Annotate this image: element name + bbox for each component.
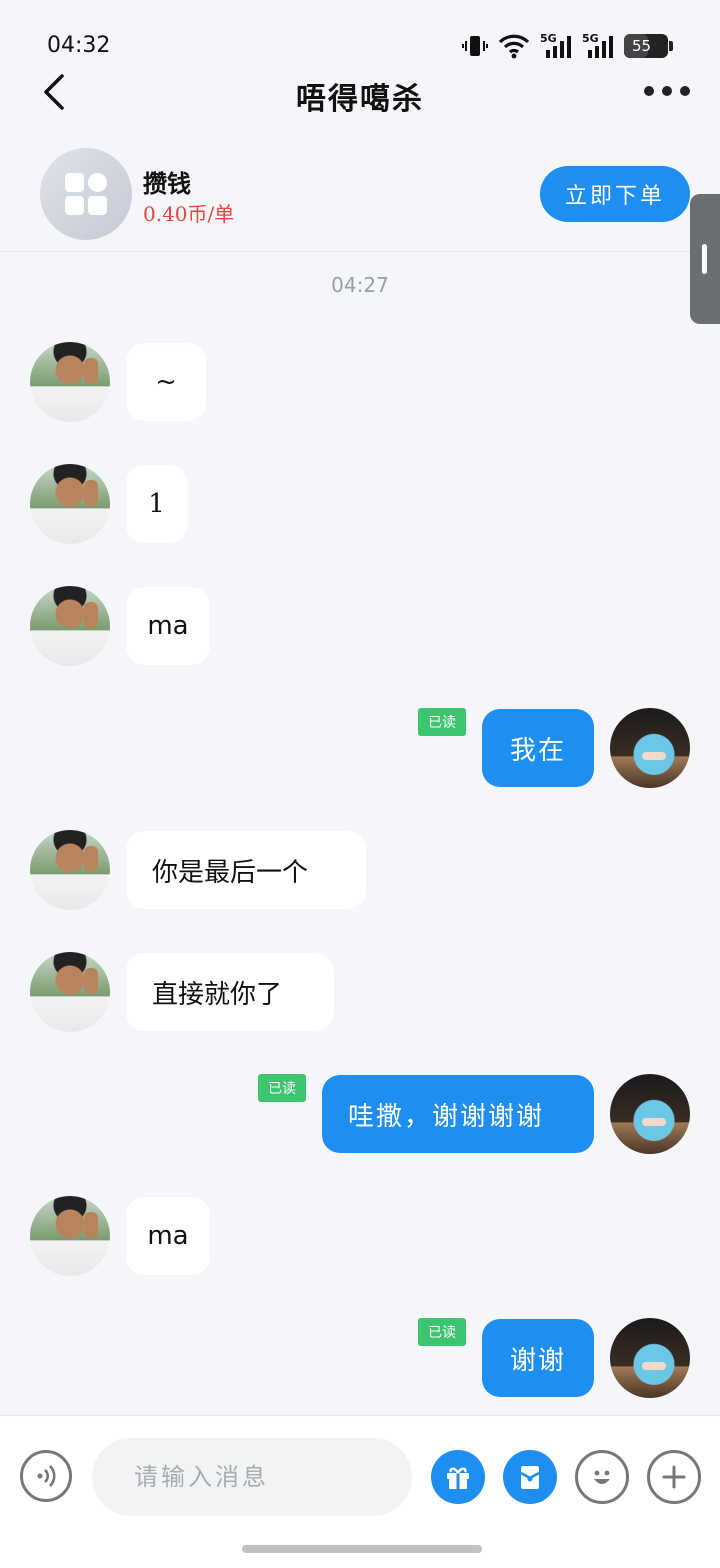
nav-bar: 唔得噶杀 bbox=[0, 62, 720, 122]
contact-avatar[interactable] bbox=[30, 830, 110, 910]
emoji-button[interactable] bbox=[575, 1450, 629, 1504]
red-packet-button[interactable] bbox=[503, 1450, 557, 1504]
message-row-incoming: ~ bbox=[30, 342, 206, 422]
my-avatar[interactable] bbox=[610, 1074, 690, 1154]
status-icons: 5G 5G 55 bbox=[462, 32, 673, 60]
voice-button[interactable] bbox=[20, 1450, 72, 1502]
network-label-2: 5G bbox=[582, 32, 599, 45]
message-bubble[interactable]: 谢谢 bbox=[482, 1319, 594, 1397]
read-badge: 已读 bbox=[418, 1318, 466, 1346]
battery-level: 55 bbox=[632, 37, 652, 55]
message-row-outgoing: 谢谢 bbox=[482, 1318, 690, 1398]
contact-avatar[interactable] bbox=[30, 952, 110, 1032]
my-avatar[interactable] bbox=[610, 1318, 690, 1398]
gift-button[interactable] bbox=[431, 1450, 485, 1504]
message-row-outgoing: 我在 bbox=[482, 708, 690, 788]
message-bubble[interactable]: ma bbox=[126, 1197, 210, 1275]
product-avatar bbox=[40, 148, 132, 240]
message-bubble[interactable]: ~ bbox=[126, 343, 206, 421]
read-badge: 已读 bbox=[418, 708, 466, 736]
red-packet-icon bbox=[520, 1466, 540, 1489]
status-bar: 04:32 5G 5G 55 bbox=[0, 0, 720, 70]
voice-icon bbox=[37, 1465, 56, 1487]
message-bubble[interactable]: 你是最后一个 bbox=[126, 831, 366, 909]
message-row-outgoing: 哇撒，谢谢谢谢 bbox=[322, 1074, 690, 1154]
message-bubble[interactable]: 我在 bbox=[482, 709, 594, 787]
message-row-incoming: ma bbox=[30, 1196, 210, 1276]
contact-avatar[interactable] bbox=[30, 1196, 110, 1276]
chat-timestamp: 04:27 bbox=[331, 273, 389, 297]
signal-icon: 5G bbox=[540, 32, 571, 58]
message-bubble[interactable]: 1 bbox=[126, 465, 187, 543]
message-row-incoming: 直接就你了 bbox=[30, 952, 334, 1032]
side-drawer-handle[interactable] bbox=[690, 194, 720, 324]
emoji-icon bbox=[594, 1470, 610, 1484]
apps-grid-icon bbox=[65, 173, 107, 215]
more-dot-icon bbox=[662, 86, 672, 96]
page-title: 唔得噶杀 bbox=[296, 82, 424, 117]
product-name: 攒钱 bbox=[143, 169, 191, 198]
message-row-incoming: ma bbox=[30, 586, 210, 666]
battery-icon: 55 bbox=[624, 34, 673, 58]
contact-avatar[interactable] bbox=[30, 464, 110, 544]
more-dot-icon bbox=[680, 86, 690, 96]
message-row-incoming: 你是最后一个 bbox=[30, 830, 366, 910]
message-input[interactable] bbox=[92, 1438, 412, 1516]
contact-avatar[interactable] bbox=[30, 342, 110, 422]
my-avatar[interactable] bbox=[610, 708, 690, 788]
product-card: 攒钱 0.40币/单 立即下单 bbox=[0, 140, 720, 252]
message-bubble[interactable]: 直接就你了 bbox=[126, 953, 334, 1031]
home-indicator[interactable] bbox=[242, 1545, 482, 1553]
message-bubble[interactable]: 哇撒，谢谢谢谢 bbox=[322, 1075, 594, 1153]
message-row-incoming: 1 bbox=[30, 464, 187, 544]
message-bubble[interactable]: ma bbox=[126, 587, 210, 665]
more-actions-button[interactable] bbox=[647, 1450, 701, 1504]
read-badge: 已读 bbox=[258, 1074, 306, 1102]
gift-icon bbox=[447, 1467, 469, 1489]
status-time: 04:32 bbox=[47, 33, 111, 58]
more-dot-icon bbox=[644, 86, 654, 96]
network-label-1: 5G bbox=[540, 32, 557, 45]
vibrate-icon bbox=[462, 36, 488, 56]
product-price: 0.40币/单 bbox=[143, 202, 235, 226]
order-now-button[interactable]: 立即下单 bbox=[540, 166, 690, 222]
signal-icon-2: 5G bbox=[582, 32, 613, 58]
contact-avatar[interactable] bbox=[30, 586, 110, 666]
more-options-button[interactable] bbox=[644, 76, 690, 106]
plus-icon bbox=[662, 1465, 686, 1489]
wifi-icon bbox=[498, 34, 530, 59]
